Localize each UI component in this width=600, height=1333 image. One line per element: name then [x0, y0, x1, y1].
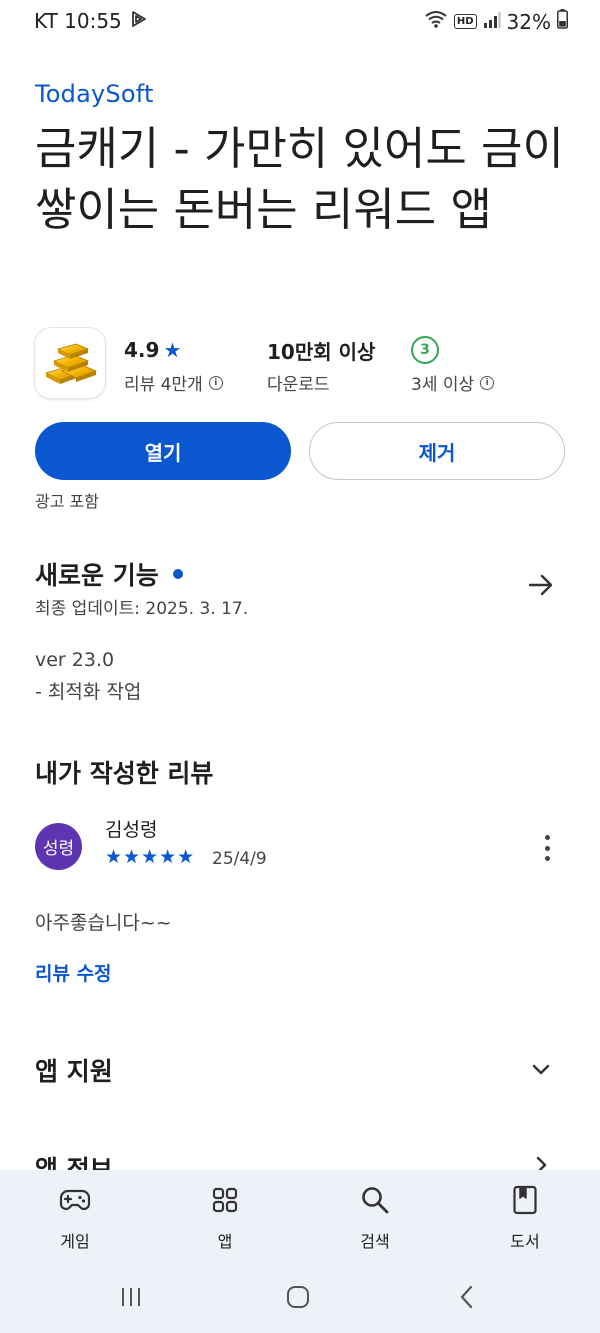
apps-grid-icon	[212, 1187, 238, 1213]
app-support-expand-button[interactable]	[528, 1056, 554, 1082]
whats-new-arrow-button[interactable]	[524, 568, 558, 602]
more-vert-icon	[544, 835, 550, 840]
back-chevron-icon	[460, 1285, 473, 1309]
chevron-right-icon	[536, 1156, 547, 1170]
rating-value: 4.9	[124, 338, 160, 362]
book-icon	[513, 1185, 537, 1215]
gamepad-icon	[59, 1189, 91, 1210]
nav-item-apps[interactable]: 앱	[180, 1184, 270, 1252]
bottom-navigation: 게임 앱 검색 도서	[0, 1170, 600, 1333]
downloads-stat: 10만회 이상 다운로드	[267, 336, 376, 396]
whats-new-title: 새로운 기능	[35, 561, 159, 590]
recents-icon	[122, 1288, 140, 1306]
star-icon: ★	[163, 338, 182, 362]
nav-label: 도서	[510, 1232, 540, 1251]
nav-label: 게임	[60, 1232, 90, 1251]
app-info-header[interactable]: 앱 정보	[35, 1150, 113, 1170]
app-title: 금캐기 - 가만히 있어도 금이 쌓이는 돈버는 리워드 앱	[35, 122, 564, 236]
my-review-title: 내가 작성한 리뷰	[35, 759, 214, 788]
contains-ads-note: 광고 포함	[35, 492, 99, 511]
age-rating-badge: 3	[411, 336, 439, 364]
app-info-title: 앱 정보	[35, 1155, 113, 1170]
nav-item-games[interactable]: 게임	[30, 1184, 120, 1252]
home-icon	[287, 1286, 309, 1308]
more-options-button[interactable]	[532, 832, 562, 864]
avatar: 성령	[35, 823, 82, 870]
open-button[interactable]: 열기	[35, 422, 291, 480]
info-icon: i	[480, 375, 495, 390]
nav-label: 앱	[217, 1232, 233, 1251]
age-rating-label: 3세 이상	[411, 375, 475, 395]
chevron-down-icon	[532, 1064, 550, 1075]
uninstall-button[interactable]: 제거	[309, 422, 565, 480]
app-info-arrow-button[interactable]	[528, 1152, 554, 1170]
downloads-label: 다운로드	[267, 375, 330, 395]
gold-bars-icon	[44, 343, 98, 384]
downloads-value: 10만회 이상	[267, 339, 376, 364]
nav-label: 검색	[360, 1232, 390, 1251]
release-notes: ver 23.0 - 최적화 작업	[35, 644, 141, 708]
developer-link[interactable]: TodaySoft	[35, 80, 154, 108]
system-navigation-bar	[0, 1282, 600, 1312]
app-icon	[35, 328, 105, 398]
release-note-line: - 최적화 작업	[35, 681, 142, 703]
app-support-title: 앱 지원	[35, 1057, 113, 1086]
nav-item-books[interactable]: 도서	[480, 1184, 570, 1252]
last-updated: 최종 업데이트: 2025. 3. 17.	[35, 599, 249, 619]
back-button[interactable]	[456, 1282, 478, 1312]
reviewer-name: 김성령	[105, 819, 158, 841]
home-button[interactable]	[284, 1282, 312, 1312]
whats-new-header[interactable]: 새로운 기능	[35, 556, 183, 592]
edit-review-link[interactable]: 리뷰 수정	[35, 959, 112, 986]
age-rating-stat[interactable]: 3 3세 이상 i	[411, 336, 495, 395]
nav-item-search[interactable]: 검색	[330, 1184, 420, 1252]
info-icon: i	[208, 375, 223, 390]
new-indicator-dot	[172, 569, 183, 579]
rating-stat[interactable]: 4.9 ★ 리뷰 4만개 i	[124, 336, 223, 395]
review-count: 리뷰 4만개	[124, 375, 203, 395]
review-date: 25/4/9	[212, 849, 267, 869]
review-text: 아주좋습니다~~	[35, 912, 172, 934]
app-support-header[interactable]: 앱 지원	[35, 1052, 113, 1088]
version-text: ver 23.0	[35, 649, 115, 671]
search-icon	[362, 1187, 389, 1214]
app-details-page[interactable]: TodaySoft 금캐기 - 가만히 있어도 금이 쌓이는 돈버는 리워드 앱	[0, 0, 600, 1170]
recent-apps-button[interactable]	[118, 1282, 144, 1312]
review-stars: ★★★★★	[105, 846, 196, 868]
arrow-right-icon	[528, 574, 553, 596]
